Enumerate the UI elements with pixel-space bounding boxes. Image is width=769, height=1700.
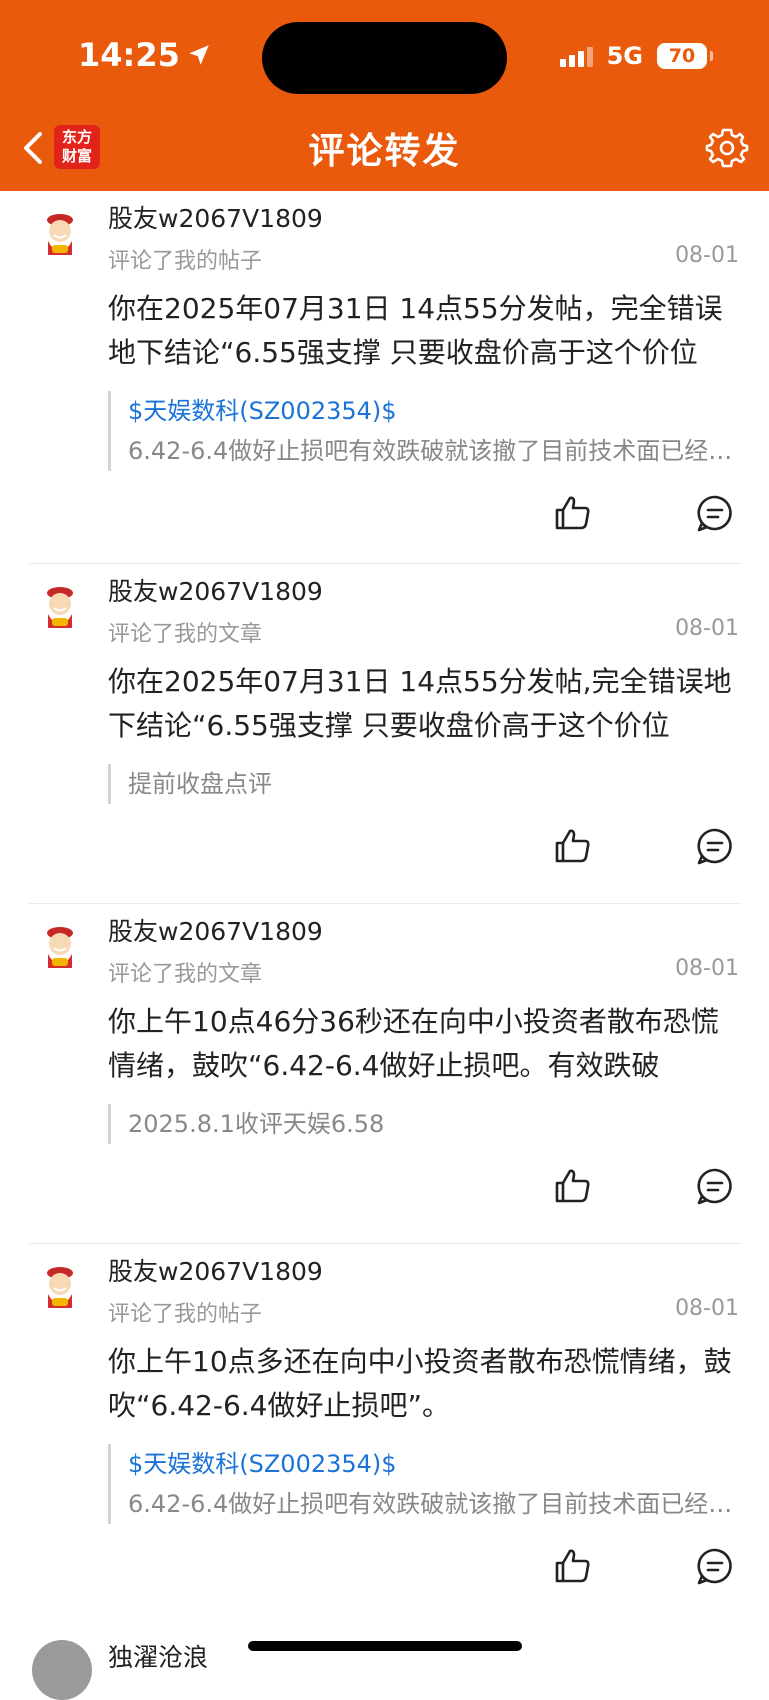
comment-date: 08-01 [675,243,739,268]
action-text: 评论了我的帖子 [108,1302,263,1327]
thumbs-up-icon[interactable] [553,1546,593,1586]
action-text: 评论了我的文章 [108,622,263,647]
comment-feed: 股友w2067V1809 评论了我的帖子 08-01 你在2025年07月31日… [0,191,769,1654]
comment-body[interactable]: 你在2025年07月31日 14点55分发帖，完全错误地下结论“6.55强支撑 … [108,287,741,375]
location-arrow-icon [189,45,209,65]
comment-bubble-icon[interactable] [695,1546,735,1586]
username[interactable]: 独濯沧浪 [108,1638,208,1674]
quoted-post[interactable]: 提前收盘点评 [108,764,741,804]
username[interactable]: 股友w2067V1809 [108,1252,323,1288]
signal-icon [559,45,593,67]
comment-bubble-icon[interactable] [695,1166,735,1206]
username[interactable]: 股友w2067V1809 [108,912,323,948]
home-indicator[interactable] [248,1641,522,1651]
quoted-text: 6.42-6.4做好止损吧有效跌破就该撤了目前技术面已经走坏 [128,1490,741,1518]
quoted-text: 提前收盘点评 [128,770,272,798]
status-time: 14:25 [78,36,212,74]
gear-icon[interactable] [705,126,749,170]
avatar-icon[interactable] [38,211,82,259]
app-header: 14:25 5G 70 东方 财富 评论转发 [0,0,769,191]
action-text: 评论了我的文章 [108,962,263,987]
quoted-stock-link[interactable]: $天娱数科(SZ002354)$ [128,391,741,431]
comment-date: 08-01 [675,1296,739,1321]
list-item[interactable]: 股友w2067V1809 评论了我的帖子 08-01 你在2025年07月31日… [28,191,741,564]
action-text: 评论了我的帖子 [108,249,263,274]
username[interactable]: 股友w2067V1809 [108,199,323,235]
avatar-icon[interactable] [38,924,82,972]
comment-body[interactable]: 你上午10点多还在向中小投资者散布恐慌情绪，鼓吹“6.42-6.4做好止损吧”。 [108,1340,741,1428]
network-label: 5G [606,42,643,70]
thumbs-up-icon[interactable] [553,1166,593,1206]
quoted-text: 2025.8.1收评天娱6.58 [128,1110,385,1138]
quoted-post[interactable]: $天娱数科(SZ002354)$ 6.42-6.4做好止损吧有效跌破就该撤了目前… [108,1444,741,1524]
battery-level: 70 [668,45,696,67]
clock-text: 14:25 [78,36,180,74]
thumbs-up-icon[interactable] [553,493,593,533]
list-item[interactable]: 股友w2067V1809 评论了我的帖子 08-01 你上午10点多还在向中小投… [28,1244,741,1654]
comment-date: 08-01 [675,616,739,641]
battery-icon: 70 [657,43,713,69]
quoted-stock-link[interactable]: $天娱数科(SZ002354)$ [128,1444,741,1484]
avatar[interactable] [32,1640,92,1700]
comment-bubble-icon[interactable] [695,826,735,866]
thumbs-up-icon[interactable] [553,826,593,866]
comment-date: 08-01 [675,956,739,981]
list-item[interactable]: 股友w2067V1809 评论了我的文章 08-01 你在2025年07月31日… [28,564,741,904]
dynamic-island [262,22,507,94]
comment-bubble-icon[interactable] [695,493,735,533]
comment-body[interactable]: 你上午10点46分36秒还在向中小投资者散布恐慌情绪，鼓吹“6.42-6.4做好… [108,1000,741,1088]
quoted-post[interactable]: $天娱数科(SZ002354)$ 6.42-6.4做好止损吧有效跌破就该撤了目前… [108,391,741,471]
list-item[interactable]: 股友w2067V1809 评论了我的文章 08-01 你上午10点46分36秒还… [28,904,741,1244]
comment-body[interactable]: 你在2025年07月31日 14点55分发帖,完全错误地下结论“6.55强支撑 … [108,660,741,748]
username[interactable]: 股友w2067V1809 [108,572,323,608]
quoted-post[interactable]: 2025.8.1收评天娱6.58 [108,1104,741,1144]
quoted-text: 6.42-6.4做好止损吧有效跌破就该撤了目前技术面已经走坏 [128,437,741,465]
avatar-icon[interactable] [38,584,82,632]
status-indicators: 5G 70 [559,42,713,70]
page-title: 评论转发 [308,131,461,172]
avatar-icon[interactable] [38,1264,82,1312]
